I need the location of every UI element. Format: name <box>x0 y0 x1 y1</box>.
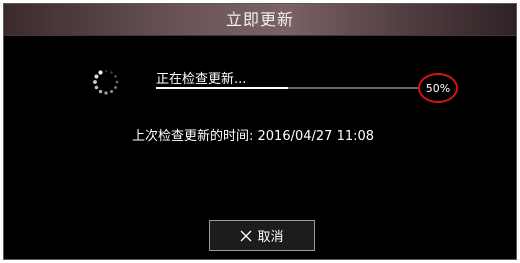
loading-spinner-icon <box>93 70 119 95</box>
dialog-title: 立即更新 <box>225 10 294 29</box>
last-check-time: 上次检查更新的时间: 2016/04/27 11:08 <box>132 129 375 144</box>
close-x-icon <box>241 230 252 241</box>
progress-percent: 50% <box>425 81 451 95</box>
cancel-button-label: 取消 <box>257 230 284 245</box>
update-dialog: 立即更新 正在检查更新... 50% 上次检查更新的时间: 2016/04/27… <box>3 3 517 260</box>
title-bar: 立即更新 <box>4 4 516 36</box>
progress-percent-highlight: 50% <box>418 73 458 103</box>
status-text: 正在检查更新... <box>156 72 247 87</box>
progress-bar-fill <box>156 87 288 89</box>
progress-bar <box>156 87 420 89</box>
cancel-button[interactable]: 取消 <box>209 220 315 251</box>
